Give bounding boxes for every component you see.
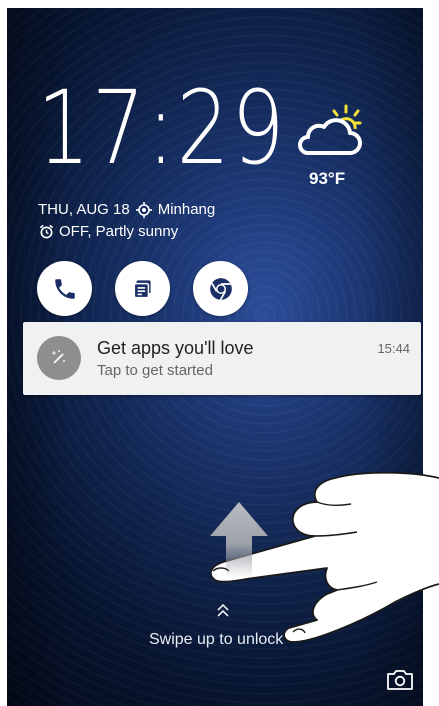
- alarm-status-label: OFF, Partly sunny: [59, 223, 179, 240]
- double-chevron-up-icon: [217, 603, 229, 617]
- lock-screen: 17:29 93°F THU, AUG 18 Minhang OFF, Part…: [7, 8, 423, 706]
- alarm-weather-row: OFF, Partly sunny: [39, 223, 178, 240]
- alarm-clock-icon: [39, 224, 54, 239]
- messages-icon: [133, 279, 151, 298]
- chrome-icon: [209, 277, 232, 300]
- date-label: THU, AUG 18: [38, 201, 130, 218]
- location-target-icon: [135, 201, 152, 218]
- chrome-shortcut-button[interactable]: [193, 261, 248, 316]
- notification-title: Get apps you'll love: [97, 338, 254, 358]
- notification-subtitle: Tap to get started: [97, 362, 213, 379]
- location-label: Minhang: [157, 201, 216, 218]
- swipe-to-unlock-hint[interactable]: Swipe up to unlock: [149, 631, 283, 649]
- date-location-row: THU, AUG 18 Minhang: [38, 201, 215, 218]
- phone-shortcut-button[interactable]: [37, 261, 92, 316]
- phone-icon: [54, 278, 75, 299]
- messages-shortcut-button[interactable]: [115, 261, 170, 316]
- clock-time: 17:29: [37, 69, 287, 188]
- notification-time: 15:44: [377, 341, 410, 356]
- camera-icon[interactable]: [385, 668, 415, 692]
- magic-wand-icon: [37, 336, 81, 380]
- temperature: 93°F: [309, 169, 346, 188]
- swipe-up-arrow-icon: [210, 502, 268, 578]
- notification-card[interactable]: Get apps you'll love Tap to get started …: [23, 322, 421, 395]
- partly-sunny-icon[interactable]: [294, 103, 362, 159]
